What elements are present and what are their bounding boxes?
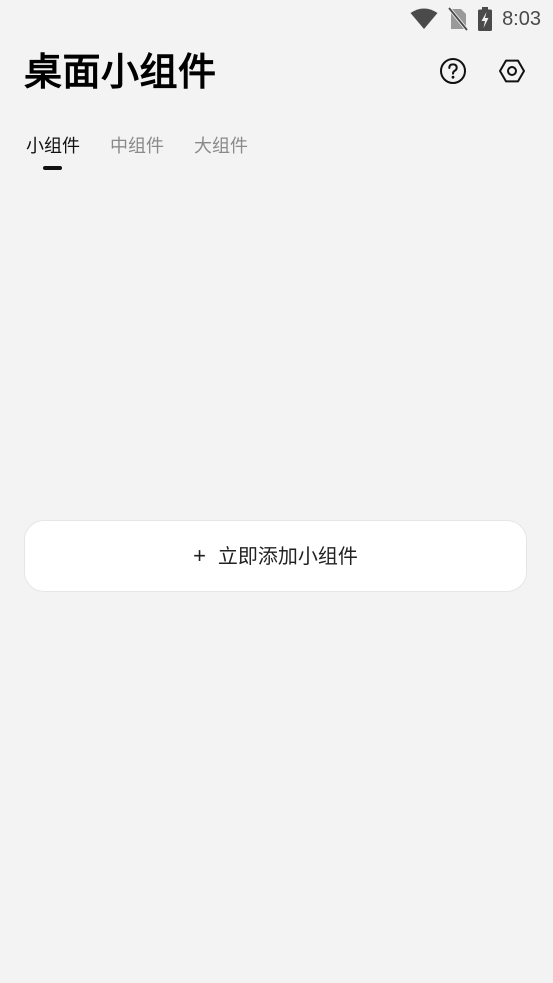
tab-label: 大组件 (194, 136, 248, 157)
tab-medium-widget[interactable]: 中组件 (110, 134, 164, 174)
battery-charging-icon (478, 7, 493, 31)
help-circle-icon (440, 58, 466, 84)
add-widget-button[interactable]: + 立即添加小组件 (24, 520, 527, 592)
page-title: 桌面小组件 (24, 50, 217, 94)
status-icons: 8:03 (410, 6, 541, 32)
status-time: 8:03 (502, 8, 541, 30)
wifi-icon (410, 8, 438, 29)
tab-label: 中组件 (110, 136, 164, 157)
help-button[interactable] (436, 54, 470, 88)
tab-small-widget[interactable]: 小组件 (26, 134, 80, 174)
status-bar: 8:03 (0, 0, 553, 38)
add-widget-label: 立即添加小组件 (217, 544, 358, 568)
tab-large-widget[interactable]: 大组件 (194, 134, 248, 174)
no-sim-icon (448, 7, 469, 31)
plus-icon: + (193, 543, 206, 568)
tab-label: 小组件 (26, 136, 80, 157)
settings-button[interactable] (495, 54, 529, 88)
widget-size-tabs: 小组件 中组件 大组件 (26, 134, 248, 174)
active-tab-indicator (43, 166, 62, 170)
hexagon-settings-icon (499, 59, 525, 83)
